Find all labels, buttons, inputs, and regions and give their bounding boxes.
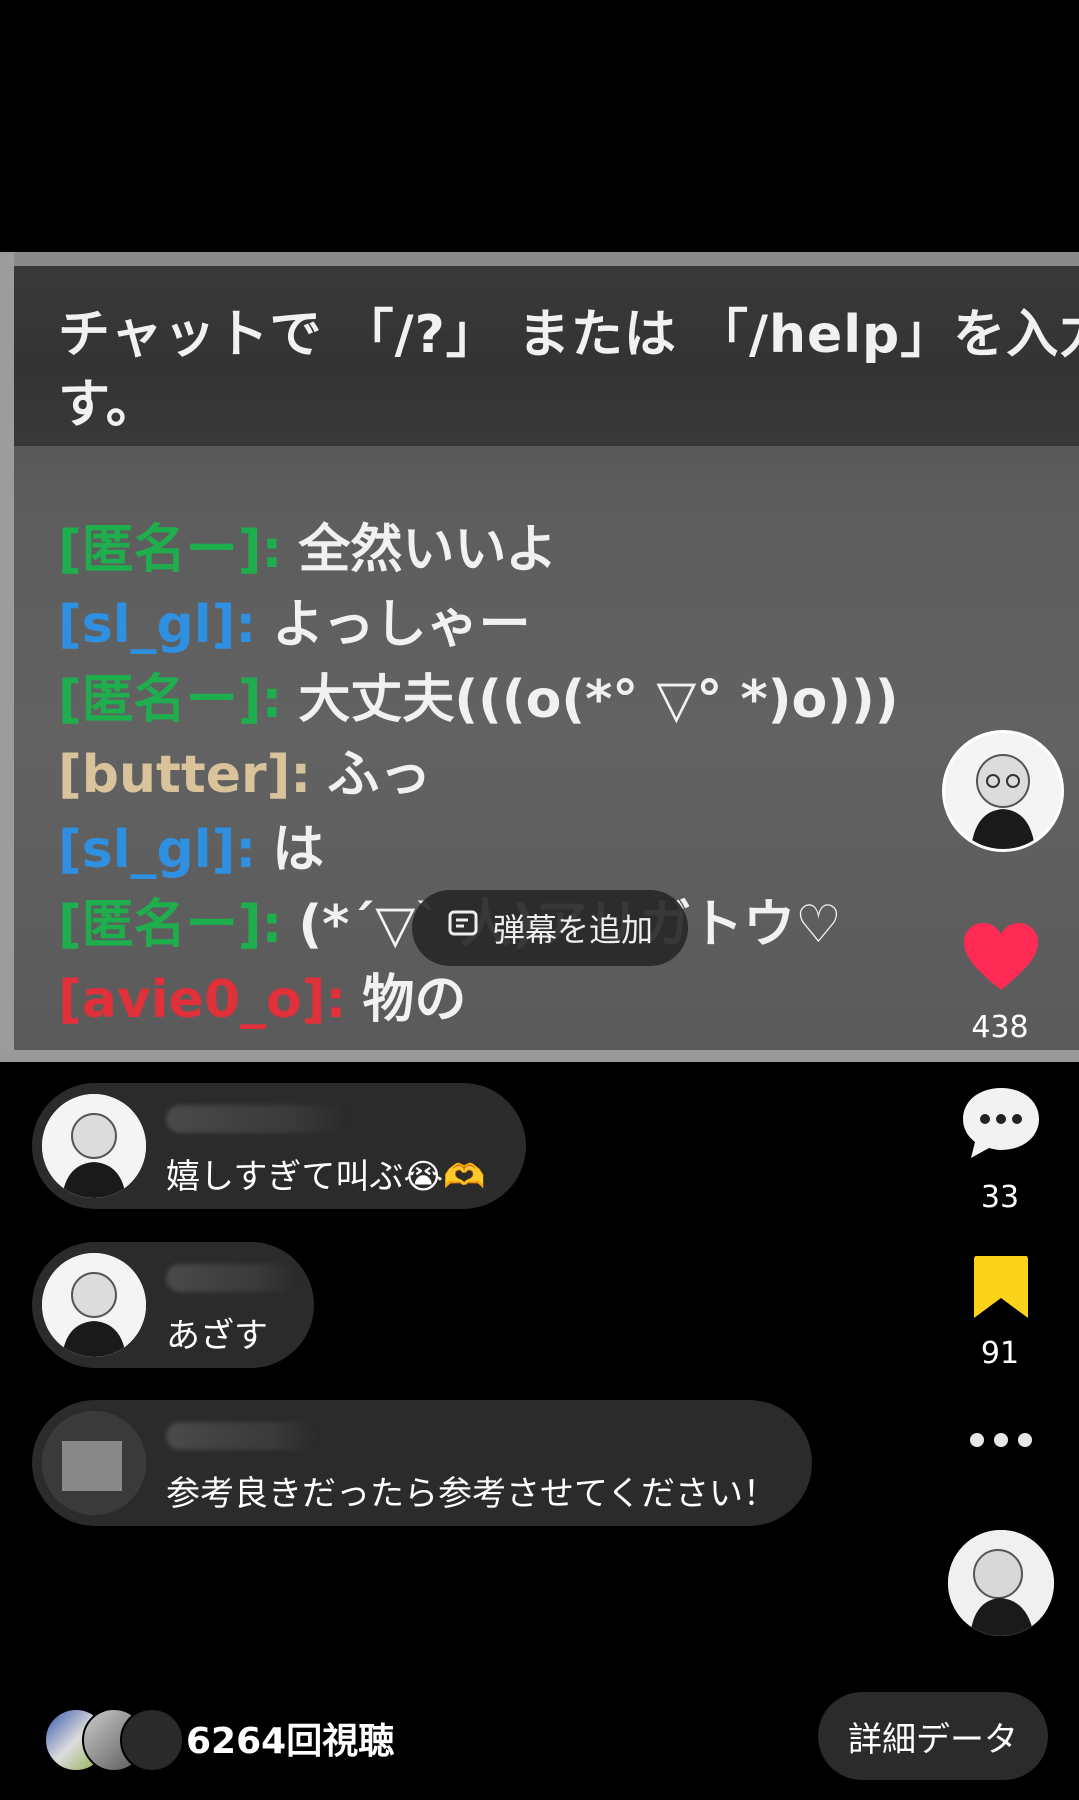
like-button[interactable] [962,922,1040,996]
overlay-comment[interactable]: 嬉しすぎて叫ぶ😭🫶 [32,1083,526,1209]
commenter-name-redacted [166,1264,296,1292]
chat-username: [sl_gl]: [58,595,257,655]
commenter-name-redacted [166,1422,316,1450]
chat-username: [匿名ー]: [58,670,283,730]
save-count: 91 [980,1336,1020,1371]
commenter-avatar [42,1411,146,1515]
viewer-avatar [120,1708,184,1772]
add-danmaku-label: 弾幕を追加 [492,911,653,949]
bookmark-icon [972,1256,1030,1324]
commenter-name-redacted [166,1105,346,1133]
chat-message: 全然いいよ [298,520,558,580]
chat-message: 物の [362,970,467,1030]
chat-line: [匿名ー]: 全然いいよ [58,507,557,582]
comment-count: 33 [980,1180,1020,1215]
like-count: 438 [971,1010,1029,1045]
creator-avatar[interactable] [942,730,1064,852]
system-message-line-2: す。 [58,375,159,435]
comment-button[interactable] [961,1086,1041,1164]
chat-username: [butter]: [58,745,312,805]
more-options-button[interactable] [968,1430,1034,1454]
heart-icon [962,923,1040,996]
comment-text: 嬉しすぎて叫ぶ😭🫶 [166,1157,486,1197]
chat-message: 大丈夫(((o(*° ▽° *)o))) [298,670,899,730]
chat-message: ふっ [327,745,432,805]
sound-disc-avatar[interactable] [948,1530,1054,1636]
save-button[interactable] [972,1254,1030,1324]
commenter-avatar [42,1253,146,1357]
view-count: 6264回視聴 [186,1721,395,1762]
overlay-comment[interactable]: 参考良きだったら参考させてください！ [32,1400,812,1526]
comment-bubble-icon [961,1088,1041,1164]
chat-username: [sl_gl]: [58,820,257,880]
chat-message: は [272,820,325,880]
chat-username: [avie0_o]: [58,970,347,1030]
comment-text: あざす [166,1316,268,1356]
video-bottom-border [0,1050,1079,1062]
chat-line: [匿名ー]: 大丈夫(((o(*° ▽° *)o))) [58,657,899,732]
chat-line: [sl_gl]: は [58,807,324,882]
chat-username: [匿名ー]: [58,520,283,580]
chat-username: [匿名ー]: [58,895,283,955]
danmaku-icon [447,907,481,949]
chat-line: [butter]: ふっ [58,732,431,807]
overlay-comment[interactable]: あざす [32,1242,314,1368]
system-message-line-1: チャットで 「/?」 または 「/help」を入力す [58,305,1079,365]
more-dots-icon [968,1433,1034,1454]
chat-line: [sl_gl]: よっしゃー [58,582,531,657]
detail-data-button[interactable]: 詳細データ [818,1692,1048,1780]
bottom-bar: 6264回視聴 詳細データ [0,1690,1079,1780]
chat-message: よっしゃー [272,595,531,655]
video-left-border [0,252,14,1062]
comment-text: 参考良きだったら参考させてください！ [166,1474,777,1514]
commenter-avatar [42,1094,146,1198]
chat-line: [avie0_o]: 物の [58,957,466,1032]
add-danmaku-button[interactable]: 弾幕を追加 [412,890,688,966]
video-top-border [0,252,1079,266]
